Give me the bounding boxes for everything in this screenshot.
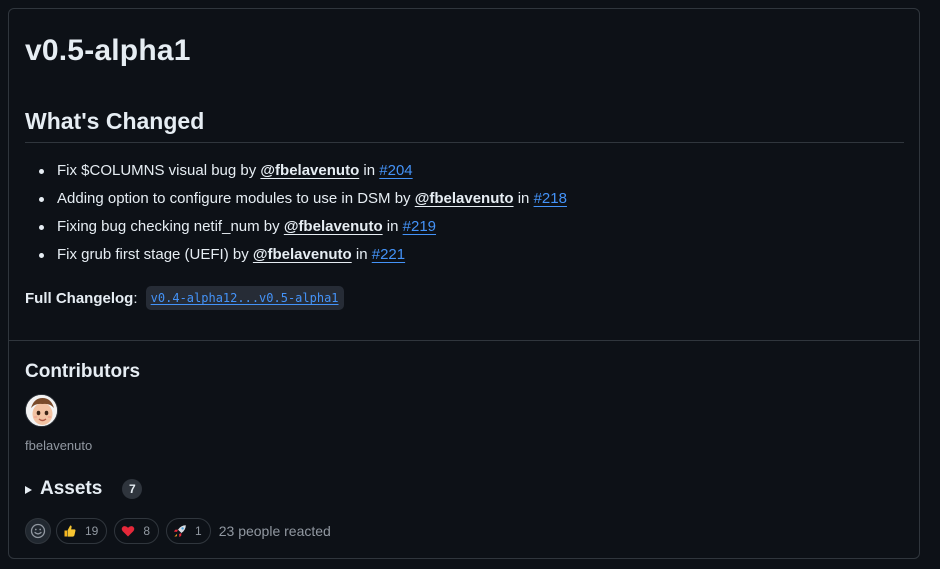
thumbs-up-icon	[63, 524, 77, 538]
contributor-name-link[interactable]: fbelavenuto	[25, 438, 92, 453]
release-card: v0.5-alpha1 What's Changed Fix $COLUMNS …	[8, 8, 920, 559]
change-text: Fix $COLUMNS visual bug	[57, 162, 237, 179]
in-text: in	[355, 246, 368, 263]
avatar-face-icon	[26, 395, 57, 426]
in-text: in	[517, 190, 530, 207]
author-mention-link[interactable]: @fbelavenuto	[415, 190, 514, 207]
assets-label: Assets	[40, 478, 103, 499]
full-changelog-label: Full Changelog	[25, 290, 134, 307]
rocket-count: 1	[195, 524, 202, 538]
pull-request-link[interactable]: #221	[372, 246, 405, 263]
triangle-right-icon	[25, 485, 32, 494]
reactions-bar: 19 8 1 23 people reacted	[25, 517, 331, 545]
heart-icon	[121, 524, 135, 538]
thumbs-up-count: 19	[85, 524, 99, 538]
by-text: by	[232, 246, 249, 263]
change-text: Fixing bug checking netif_num	[57, 218, 260, 235]
by-text: by	[240, 162, 257, 179]
heart-count: 8	[143, 524, 151, 538]
by-text: by	[394, 190, 411, 207]
in-text: in	[386, 218, 399, 235]
by-text: by	[263, 218, 280, 235]
author-mention-link[interactable]: @fbelavenuto	[284, 218, 383, 235]
reaction-summary: 23 people reacted	[218, 523, 331, 539]
author-mention-link[interactable]: @fbelavenuto	[260, 162, 359, 179]
assets-count-badge: 7	[122, 479, 143, 499]
release-title[interactable]: v0.5-alpha1	[25, 34, 191, 68]
changes-list: Fix $COLUMNS visual bug by @fbelavenuto …	[37, 160, 567, 272]
rocket-reaction-button[interactable]: 1	[166, 518, 211, 544]
author-mention-link[interactable]: @fbelavenuto	[253, 246, 352, 263]
smiley-icon	[30, 523, 46, 539]
change-item: Adding option to configure modules to us…	[37, 188, 567, 216]
whats-changed-heading: What's Changed	[25, 108, 205, 134]
full-changelog: Full Changelog: v0.4-alpha12...v0.5-alph…	[25, 286, 344, 310]
change-item: Fix grub first stage (UEFI) by @fbelaven…	[37, 244, 567, 272]
compare-link[interactable]: v0.4-alpha12...v0.5-alpha1	[145, 286, 344, 310]
pull-request-link[interactable]: #218	[534, 190, 567, 207]
contributors-heading: Contributors	[25, 361, 141, 382]
full-changelog-colon: :	[133, 290, 138, 307]
change-item: Fixing bug checking netif_num by @fbelav…	[37, 216, 567, 244]
change-text: Fix grub first stage (UEFI)	[57, 246, 229, 263]
heading-divider	[25, 142, 904, 143]
pull-request-link[interactable]: #219	[403, 218, 436, 235]
in-text: in	[363, 162, 376, 179]
change-text: Adding option to configure modules to us…	[57, 190, 391, 207]
assets-toggle[interactable]: Assets 7	[25, 477, 143, 501]
rocket-icon	[173, 524, 187, 538]
pull-request-link[interactable]: #204	[379, 162, 412, 179]
add-reaction-button[interactable]	[25, 518, 51, 544]
thumbs-up-reaction-button[interactable]: 19	[56, 518, 108, 544]
section-divider	[9, 340, 919, 341]
heart-reaction-button[interactable]: 8	[114, 518, 160, 544]
change-item: Fix $COLUMNS visual bug by @fbelavenuto …	[37, 160, 567, 188]
avatar[interactable]	[25, 394, 58, 427]
